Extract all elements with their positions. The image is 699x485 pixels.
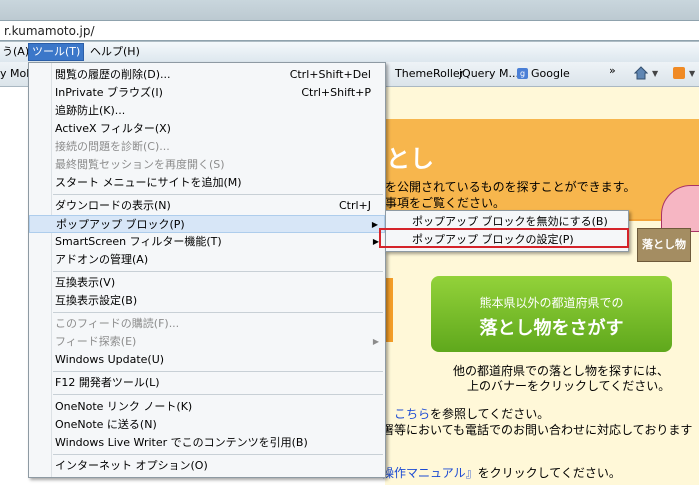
menu-separator (53, 394, 383, 395)
menu-tools[interactable]: ツール(T) (28, 43, 85, 61)
menu-separator (53, 454, 383, 455)
menu-item-internet-options[interactable]: インターネット オプション(O) (29, 457, 385, 475)
favorite-google[interactable]: g Google (517, 67, 570, 80)
search-other-prefectures-button[interactable]: 熊本県以外の都道府県での 落とし物をさがす (431, 276, 672, 352)
lost-item-badge: 落とし物 (637, 228, 691, 262)
menu-item-diagnose-connection: 接続の問題を診断(C)... (55, 140, 170, 153)
favorite-jquery[interactable]: jQuery M... (459, 67, 519, 80)
menu-item-f12-devtools[interactable]: F12 開発者ツール(L) (29, 374, 385, 392)
menu-item-reopen-session: 最終閲覧セッションを再度開く(S) (55, 158, 225, 171)
menu-separator (53, 271, 383, 272)
menu-separator (53, 312, 383, 313)
orange-banner-edge (385, 278, 393, 342)
menu-item-subscribe-feed: このフィードの購読(F)... (55, 317, 180, 330)
menu-item-feed-discovery: フィード探索(E) ▶ (29, 333, 385, 351)
manual-text: 操作マニュアル』をクリックしてください。 (382, 464, 621, 481)
menu-item-compat-settings[interactable]: 互換表示設定(B) (29, 292, 385, 310)
submenu-arrow-icon: ▶ (371, 220, 378, 229)
menu-item-inprivate[interactable]: InPrivate ブラウズ(I) Ctrl+Shift+P (29, 84, 385, 102)
favorites-more-button[interactable]: » (609, 64, 616, 77)
home-icon[interactable] (634, 66, 648, 80)
rss-dropdown-icon[interactable]: ▼ (689, 69, 695, 78)
green-button-line1: 熊本県以外の都道府県での (479, 296, 624, 310)
menu-help[interactable]: ヘルプ(H) (86, 44, 144, 60)
menu-item-windows-update[interactable]: Windows Update(U) (29, 351, 385, 369)
menu-separator (53, 194, 383, 195)
menu-item-send-to-onenote[interactable]: OneNote に送る(N) (29, 416, 385, 434)
menu-item-live-writer[interactable]: Windows Live Writer でこのコンテンツを引用(B) (29, 434, 385, 452)
intro-text: を公開されているものを探すことができます。 (385, 180, 636, 194)
menu-item-onenote-linked[interactable]: OneNote リンク ノート(K) (29, 398, 385, 416)
submenu-arrow-icon: ▶ (372, 337, 379, 346)
rss-icon[interactable] (673, 67, 685, 79)
see-here-rest: を参照してください。 (430, 407, 550, 421)
favorite-themeroller[interactable]: ThemeRoller (395, 67, 464, 80)
menu-item-view-downloads[interactable]: ダウンロードの表示(N) Ctrl+J (29, 197, 385, 215)
menu-item-compat-view[interactable]: 互換表示(V) (29, 274, 385, 292)
manual-link[interactable]: 操作マニュアル』 (382, 466, 478, 480)
here-link[interactable]: こちら (394, 407, 430, 421)
menu-item-add-to-start[interactable]: スタート メニューにサイトを追加(M) (29, 174, 385, 192)
highlight-annotation-box (379, 228, 629, 248)
banner-title: とし (386, 145, 434, 173)
menu-item-popup-blocker[interactable]: ポップアップ ブロック(P) ▶ (29, 215, 385, 233)
menu-bar: う(A) ツール(T) ヘルプ(H) (0, 42, 699, 63)
address-input[interactable]: r.kumamoto.jp/ (0, 20, 699, 41)
favorite-google-label: Google (531, 67, 570, 80)
menu-item-tracking-protection[interactable]: 追跡防止(K)... (29, 102, 385, 120)
manual-rest: をクリックしてください。 (477, 466, 621, 480)
green-button-line2: 落とし物をさがす (479, 318, 624, 339)
menu-item-delete-history[interactable]: 閲覧の履歴の削除(D)... Ctrl+Shift+Del (29, 66, 385, 84)
address-strip: r.kumamoto.jp/ (0, 0, 699, 42)
menu-item-activex-filter[interactable]: ActiveX フィルター(X) (29, 120, 385, 138)
other-prefecture-text-2: 上のバナーをクリックしてください。 (467, 379, 671, 393)
tools-menu: 閲覧の履歴の削除(D)... Ctrl+Shift+Del InPrivate ブ… (28, 62, 386, 478)
address-url: r.kumamoto.jp/ (4, 24, 95, 38)
menu-item-manage-addons[interactable]: アドオンの管理(A) (29, 251, 385, 269)
menu-separator (53, 371, 383, 372)
notes-text: 事項をご覧ください。 (385, 196, 506, 210)
google-icon: g (517, 68, 528, 79)
see-here-text: 、こちらを参照してください。 (382, 407, 550, 421)
phone-text: 署等においても電話でのお問い合わせに対応しております (382, 423, 693, 437)
home-dropdown-icon[interactable]: ▼ (652, 69, 658, 78)
menu-item-smartscreen[interactable]: SmartScreen フィルター機能(T) ▶ (29, 233, 385, 251)
